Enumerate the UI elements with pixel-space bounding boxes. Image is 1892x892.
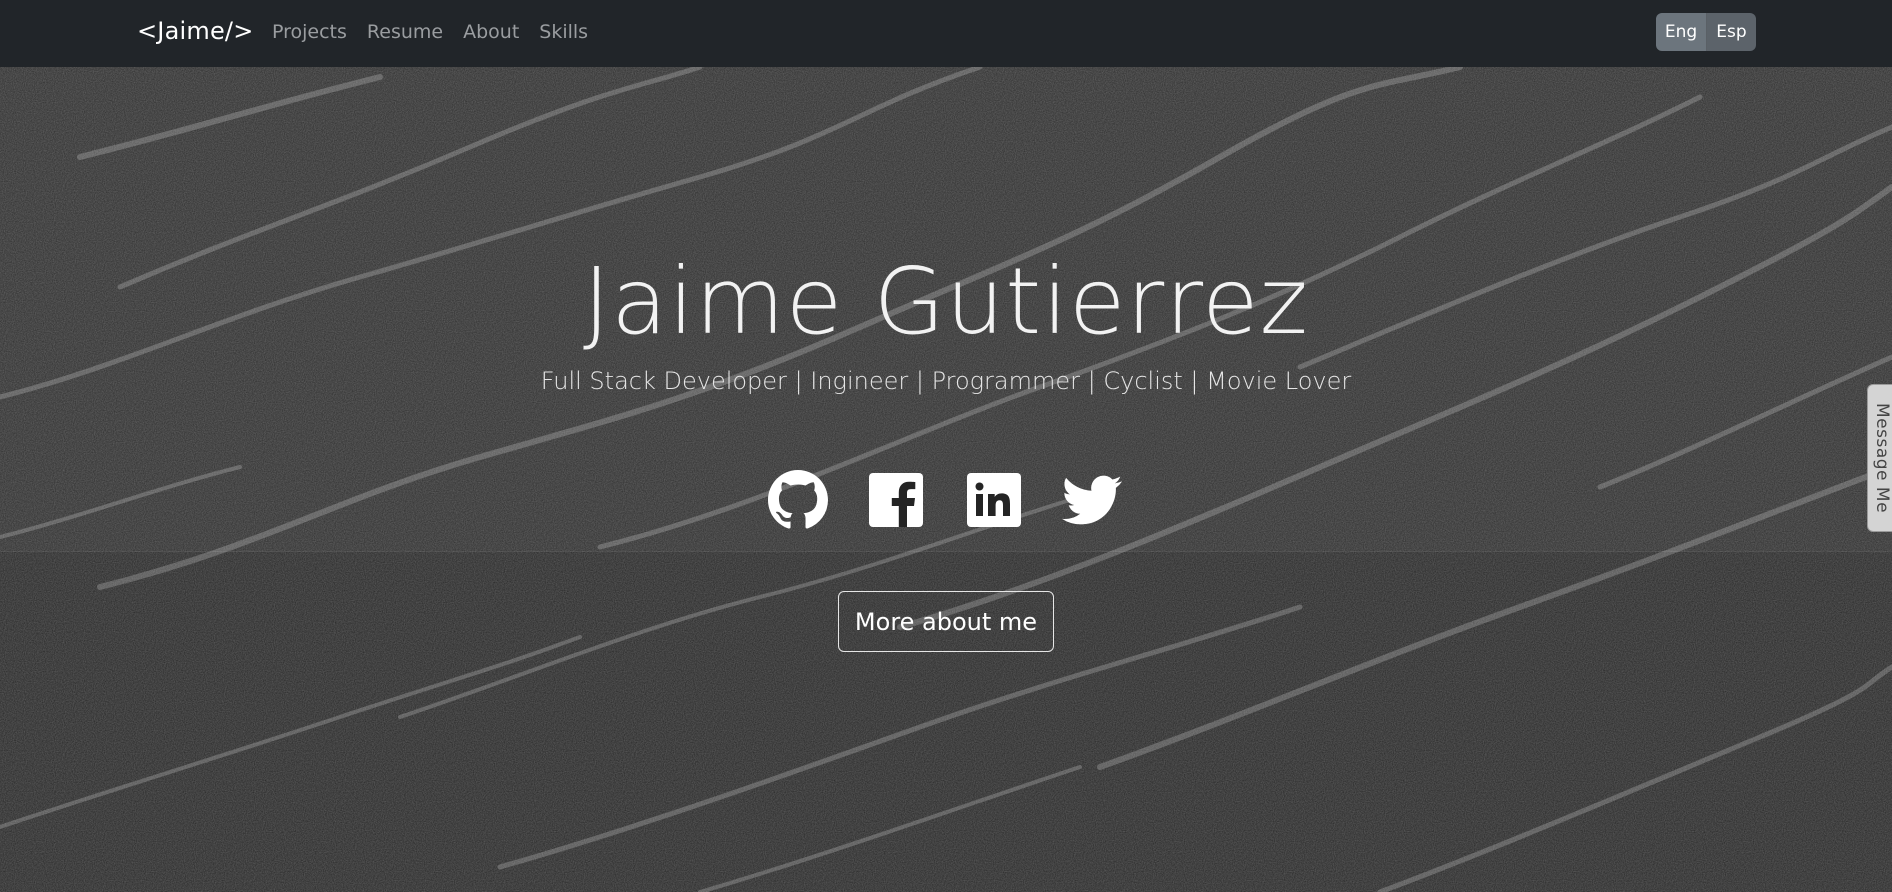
nav-link-skills[interactable]: Skills — [539, 21, 588, 43]
github-link[interactable] — [768, 470, 828, 530]
nav-link-projects[interactable]: Projects — [272, 21, 347, 43]
social-links — [768, 470, 1122, 530]
hero-subtitle: Full Stack Developer | Ingineer | Progra… — [540, 367, 1352, 395]
linkedin-icon — [967, 473, 1021, 527]
twitter-link[interactable] — [1062, 470, 1122, 530]
linkedin-link[interactable] — [964, 470, 1024, 530]
github-icon — [768, 470, 828, 529]
twitter-icon — [1062, 475, 1122, 525]
language-spanish-button[interactable]: Esp — [1706, 13, 1756, 51]
top-navbar: <Jaime/> Projects Resume About Skills En… — [0, 0, 1892, 67]
language-switcher: Eng Esp — [1656, 13, 1756, 51]
facebook-icon — [869, 473, 923, 527]
hero-section: Jaime Gutierrez Full Stack Developer | I… — [0, 67, 1892, 892]
nav-link-about[interactable]: About — [463, 21, 519, 43]
facebook-link[interactable] — [866, 470, 926, 530]
hero-title: Jaime Gutierrez — [583, 248, 1309, 355]
more-about-me-button[interactable]: More about me — [838, 591, 1054, 652]
nav-link-resume[interactable]: Resume — [367, 21, 443, 43]
message-me-tab[interactable]: Message Me — [1867, 384, 1892, 532]
language-english-button[interactable]: Eng — [1656, 13, 1706, 51]
nav-links: Projects Resume About Skills — [272, 21, 588, 43]
brand-logo[interactable]: <Jaime/> — [137, 17, 254, 45]
message-me-label: Message Me — [1872, 402, 1892, 514]
